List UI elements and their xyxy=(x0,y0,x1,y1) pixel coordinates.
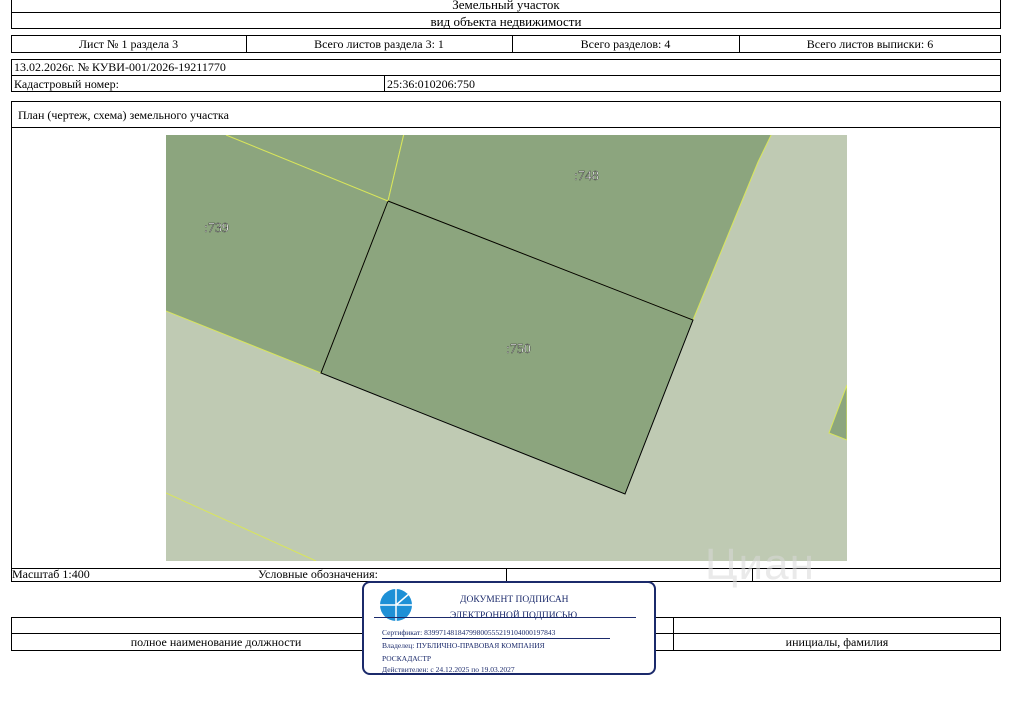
document-info-divider xyxy=(11,75,1001,76)
parcel-label-750: :750 xyxy=(506,342,531,357)
legend-label: Условные обозначения: xyxy=(258,567,379,581)
watermark: Циан xyxy=(705,540,815,589)
signature-stamp: ДОКУМЕНТ ПОДПИСАН ЭЛЕКТРОННОЙ ПОДПИСЬЮ С… xyxy=(362,581,656,675)
sheet-number: Лист № 1 раздела 3 xyxy=(78,37,179,51)
document-reference: 13.02.2026г. № КУВИ-001/2026-19211770 xyxy=(14,60,226,74)
cadastral-label: Кадастровый номер: xyxy=(14,77,119,91)
plan-title: План (чертеж, схема) земельного участка xyxy=(18,108,229,122)
cadastral-plan-map: :739 :748 :750 xyxy=(166,135,847,561)
legend-divider xyxy=(506,568,507,582)
stamp-line2: ЭЛЕКТРОННОЙ ПОДПИСЬЮ xyxy=(450,611,578,621)
parcel-label-739: :739 xyxy=(204,221,229,236)
sections-count: Всего разделов: 4 xyxy=(580,37,671,51)
stamp-validity: Действителен: с 24.12.2025 по 19.03.2027 xyxy=(382,665,515,674)
object-type-subtitle: вид объекта недвижимости xyxy=(430,14,582,29)
initials-label: инициалы, фамилия xyxy=(785,635,889,649)
stamp-owner-line1: Владелец: ПУБЛИЧНО-ПРАВОВАЯ КОМПАНИЯ xyxy=(382,641,545,650)
stamp-rule xyxy=(374,617,636,618)
stamp-line1: ДОКУМЕНТ ПОДПИСАН xyxy=(460,595,569,605)
object-title: Земельный участок xyxy=(452,0,560,12)
extract-sheets-count: Всего листов выписки: 6 xyxy=(806,37,934,51)
scale-label: Масштаб 1:400 xyxy=(12,567,90,581)
stamp-owner-line2: РОСКАДАСТР xyxy=(382,654,432,663)
stamp-rule xyxy=(382,638,610,639)
cadastral-number: 25:36:010206:750 xyxy=(387,77,476,91)
parcel-label-748: :748 xyxy=(574,169,599,184)
section-sheets-count: Всего листов раздела 3: 1 xyxy=(314,37,444,51)
position-label: полное наименование должности xyxy=(130,635,302,649)
stamp-certificate: Сертификат: 8399714818479980055521910400… xyxy=(382,628,556,637)
cadastral-divider xyxy=(384,75,385,92)
